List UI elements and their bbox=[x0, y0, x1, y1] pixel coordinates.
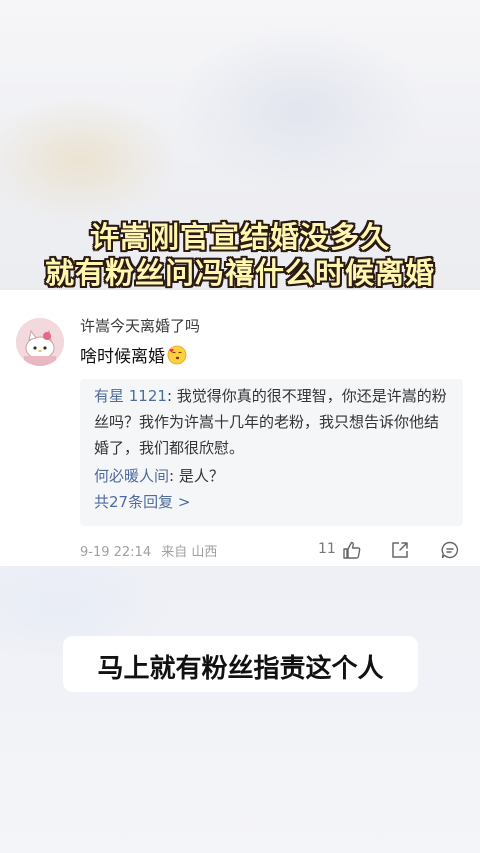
thumbs-up-icon[interactable] bbox=[342, 540, 362, 560]
comment-text: 啥时候离婚 bbox=[80, 342, 187, 367]
comment-icon[interactable] bbox=[440, 540, 460, 560]
kissing-face-emoji-icon bbox=[167, 345, 187, 365]
comment-location: 来自 山西 bbox=[161, 545, 218, 560]
replies-panel: 有星 1121: 我觉得你真的很不理智，你还是许嵩的粉丝吗？我作为许嵩十几年的老… bbox=[80, 379, 463, 526]
comment-meta: 9-19 22:14 来自 山西 bbox=[80, 541, 223, 560]
like-count: 11 bbox=[318, 541, 336, 557]
comment-username[interactable]: 许嵩今天离婚了吗 bbox=[80, 315, 200, 336]
reply-item: 何必暖人间: 是人？ bbox=[94, 463, 450, 489]
reply-author[interactable]: 何必暖人间 bbox=[94, 467, 169, 485]
reply-item: 有星 1121: 我觉得你真的很不理智，你还是许嵩的粉丝吗？我作为许嵩十几年的老… bbox=[94, 383, 450, 461]
video-background-bottom bbox=[0, 566, 480, 853]
view-all-replies-link[interactable]: 共27条回复 > bbox=[94, 491, 190, 512]
comment-date: 9-19 22:14 bbox=[80, 545, 152, 560]
caption-box: 马上就有粉丝指责这个人 bbox=[63, 636, 418, 692]
video-caption: 马上就有粉丝指责这个人 bbox=[97, 654, 384, 684]
avatar[interactable] bbox=[16, 318, 64, 366]
comment-body: 啥时候离婚 bbox=[80, 347, 165, 367]
reply-text: : 是人？ bbox=[169, 467, 224, 485]
headline-line-2: 就有粉丝问冯禧什么时候离婚 bbox=[44, 256, 435, 290]
hello-kitty-avatar-icon bbox=[16, 318, 64, 366]
share-icon[interactable] bbox=[390, 540, 410, 560]
reply-author[interactable]: 有星 1121 bbox=[94, 387, 167, 405]
